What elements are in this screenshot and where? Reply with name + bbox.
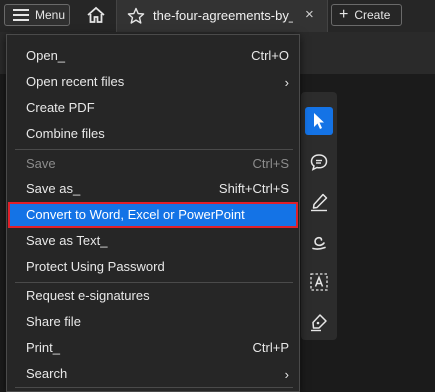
menu-divider [15,149,293,150]
home-icon[interactable] [86,6,106,24]
menu-item-save-as[interactable]: Save as_ Shift+Ctrl+S [8,176,298,202]
text-box-icon [310,273,328,291]
chevron-right-icon: › [284,367,289,382]
menu-item-shortcut: Shift+Ctrl+S [218,181,289,196]
menu-item-label: Print_ [26,340,60,355]
document-tab[interactable]: the-four-agreements-by_ × [116,0,328,32]
highlight-tool-button[interactable] [305,188,333,216]
plus-icon: + [339,6,349,23]
freehand-icon [312,236,326,250]
menu-item-label: Search [26,366,68,381]
menu-item-combine-files[interactable]: Combine files [8,121,298,147]
main-menu-dropdown: Open_ Ctrl+O Open recent files › Create … [6,34,300,392]
menu-item-shortcut: Ctrl+P [252,340,289,355]
chevron-right-icon: › [284,75,289,90]
menu-item-label: Convert to Word, Excel or PowerPoint [26,207,245,222]
text-tool-button[interactable] [305,268,333,296]
signature-pen-icon [311,314,327,332]
menu-button-label: Menu [35,8,66,22]
menu-item-print[interactable]: Print_ Ctrl+P [8,335,298,361]
star-icon[interactable] [127,7,145,25]
menu-item-label: Open recent files [26,74,125,89]
menu-item-label: Create PDF [26,100,95,115]
menu-item-label: Save as Text_ [26,233,108,248]
top-toolbar: Menu the-four-agreements-by_ × + Create [0,0,435,32]
comment-tool-button[interactable] [305,148,333,176]
menu-item-label: Share file [26,314,81,329]
menu-item-request-esignatures[interactable]: Request e-signatures [8,283,298,309]
menu-item-shortcut: Ctrl+S [252,156,289,171]
menu-item-label: Protect Using Password [26,259,165,274]
create-button[interactable]: + Create [331,4,402,26]
menu-item-create-pdf[interactable]: Create PDF [8,95,298,121]
create-button-label: Create [354,8,391,22]
menu-button[interactable]: Menu [4,4,70,26]
close-tab-icon[interactable]: × [305,6,314,23]
pen-icon [311,193,328,212]
menu-item-protect-password[interactable]: Protect Using Password [8,254,298,280]
cursor-arrow-icon [314,113,324,129]
tab-title: the-four-agreements-by_ [153,8,293,23]
select-tool-button[interactable] [305,107,333,135]
hamburger-icon [13,9,29,21]
menu-item-save-as-text[interactable]: Save as Text_ [8,228,298,254]
menu-divider [15,387,293,388]
menu-item-label: Combine files [26,126,105,141]
menu-item-label: Save [26,156,56,171]
menu-item-save[interactable]: Save Ctrl+S [8,151,298,177]
menu-item-share-file[interactable]: Share file [8,309,298,335]
sign-tool-button[interactable] [305,308,333,336]
menu-item-label: Request e-signatures [26,288,150,303]
menu-item-convert[interactable]: Convert to Word, Excel or PowerPoint [8,202,298,228]
comment-icon [310,154,328,171]
menu-item-label: Save as_ [26,181,81,196]
menu-item-shortcut: Ctrl+O [251,48,289,63]
draw-tool-button[interactable] [305,228,333,256]
menu-item-label: Open_ [26,48,66,63]
menu-item-search[interactable]: Search › [8,361,298,387]
menu-item-open[interactable]: Open_ Ctrl+O [8,43,298,69]
menu-item-open-recent[interactable]: Open recent files › [8,69,298,95]
